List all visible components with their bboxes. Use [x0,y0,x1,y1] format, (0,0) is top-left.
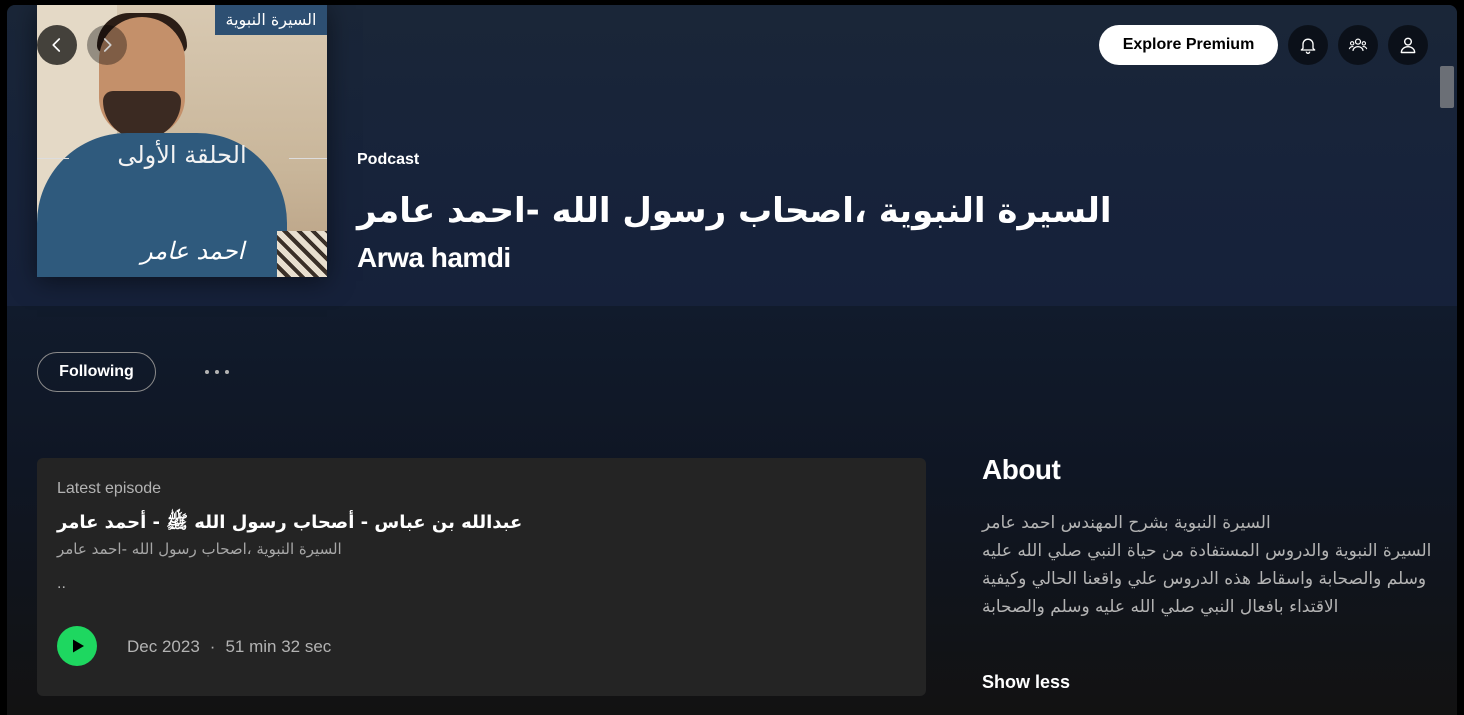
about-description: السيرة النبوية بشرح المهندس احمد عامر ال… [982,513,1432,617]
latest-episode-card[interactable]: Latest episode عبدالله بن عباس - أصحاب ر… [37,458,926,696]
play-episode-button[interactable] [57,626,97,666]
chevron-left-icon [52,38,61,52]
play-icon [73,639,84,653]
forward-button[interactable] [87,25,127,65]
cover-badge: السيرة النبوية [215,5,327,35]
episode-title[interactable]: عبدالله بن عباس - أصحاب رسول الله ﷺ - أح… [57,511,522,537]
profile-button[interactable] [1388,25,1428,65]
cover-episode-title: الحلقة الأولى [117,141,247,169]
back-button[interactable] [37,25,77,65]
more-options-button[interactable] [195,360,239,384]
show-less-button[interactable]: Show less [982,672,1070,693]
episode-description: .. [57,575,66,592]
episode-meta: Dec 2023 · 51 min 32 sec [127,637,331,657]
episode-duration: 51 min 32 sec [225,637,332,656]
more-dots-icon [205,370,209,374]
notifications-button[interactable] [1288,25,1328,65]
friends-icon [1348,38,1368,51]
app-window: السيرة النبوية الحلقة الأولى احمد عامر E… [7,5,1457,715]
episode-date: Dec 2023 [127,637,200,656]
page-title: السيرة النبوية ،اصحاب رسول الله -احمد عا… [357,191,1112,231]
user-icon [1400,37,1416,54]
scrollbar-thumb[interactable] [1440,66,1454,108]
content-type-label: Podcast [357,151,420,168]
meta-separator: · [209,637,216,656]
podcast-author-link[interactable]: Arwa hamdi [357,242,511,274]
episode-show-name[interactable]: السيرة النبوية ،اصحاب رسول الله -احمد عا… [57,540,342,558]
podcast-cover-art: السيرة النبوية الحلقة الأولى احمد عامر [37,5,327,277]
cover-signature: احمد عامر [141,237,245,265]
following-button[interactable]: Following [37,352,156,392]
explore-premium-button[interactable]: Explore Premium [1099,25,1278,65]
friend-activity-button[interactable] [1338,25,1378,65]
latest-episode-label: Latest episode [57,480,162,497]
chevron-right-icon [103,38,112,52]
bell-icon [1300,38,1316,54]
about-heading: About [982,454,1061,485]
